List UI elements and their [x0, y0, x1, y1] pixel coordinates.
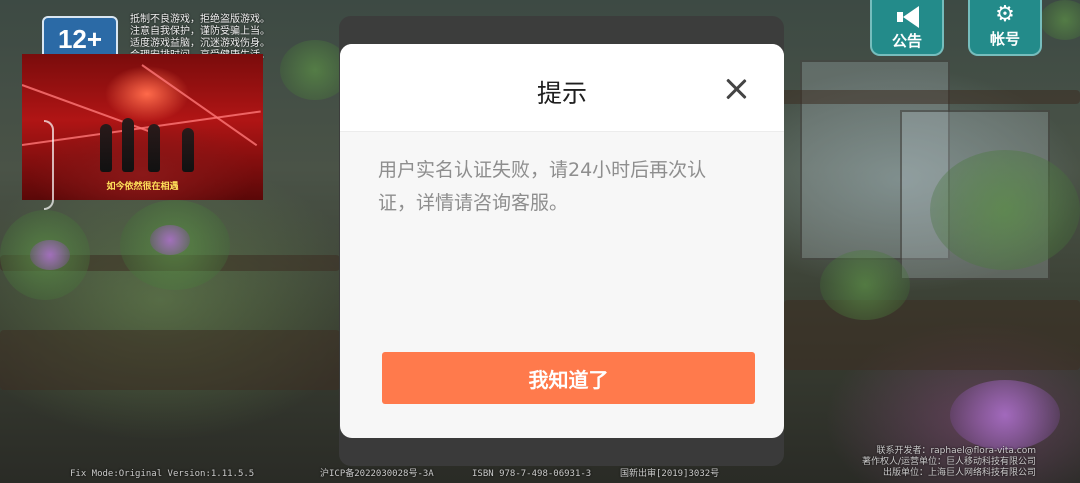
roof-beam: [780, 90, 1080, 104]
laser-light: [22, 110, 261, 146]
flowers: [30, 240, 70, 270]
close-icon[interactable]: [724, 77, 748, 101]
version-text: Fix Mode:Original Version:1.11.5.5: [70, 469, 255, 479]
icp-text: 沪ICP备2022030028号-3A: [320, 469, 434, 479]
video-preview[interactable]: 如今依然很在相遇: [22, 54, 263, 200]
flowers: [950, 380, 1060, 450]
publisher-info: 联系开发者：raphael@flora-vita.com 著作权人/运营单位：巨…: [816, 446, 1036, 479]
announcement-label: 公告: [891, 32, 922, 50]
dancer-figure: [100, 124, 112, 172]
gear-icon: ⚙: [995, 2, 1015, 27]
foliage: [1040, 0, 1080, 40]
alert-dialog: 提示 用户实名认证失败，请24小时后再次认证，详情请咨询客服。 我知道了: [340, 44, 784, 438]
foliage: [930, 150, 1080, 270]
publisher-line: 著作权人/运营单位：巨人移动科技有限公司: [861, 457, 1036, 467]
veranda: [0, 330, 340, 390]
dialog-message: 用户实名认证失败，请24小时后再次认证，详情请咨询客服。: [378, 159, 707, 214]
laser-light: [22, 84, 154, 134]
dancer-figure: [148, 124, 160, 172]
dancer-figure: [122, 118, 134, 172]
isbn-text: ISBN 978-7-498-06931-3: [472, 469, 592, 479]
publisher-line: 联系开发者：raphael@flora-vita.com: [876, 446, 1036, 456]
confirm-button[interactable]: 我知道了: [382, 352, 755, 404]
account-label: 帐号: [989, 30, 1020, 48]
dialog-title: 提示: [536, 79, 587, 108]
publisher-line: 出版单位：上海巨人网络科技有限公司: [882, 468, 1036, 478]
megaphone-icon: [895, 6, 919, 28]
flowers: [150, 225, 190, 255]
dancer-figure: [182, 128, 194, 172]
video-subtitle: 如今依然很在相遇: [106, 182, 179, 192]
foliage: [820, 250, 910, 320]
approval-text: 国新出审[2019]3032号: [620, 469, 720, 479]
side-drawer-handle[interactable]: [44, 120, 54, 210]
veranda: [784, 300, 1080, 370]
account-button[interactable]: ⚙ 帐号: [968, 0, 1042, 56]
dialog-header: 提示: [340, 44, 784, 132]
announcement-button[interactable]: 公告: [870, 0, 944, 56]
